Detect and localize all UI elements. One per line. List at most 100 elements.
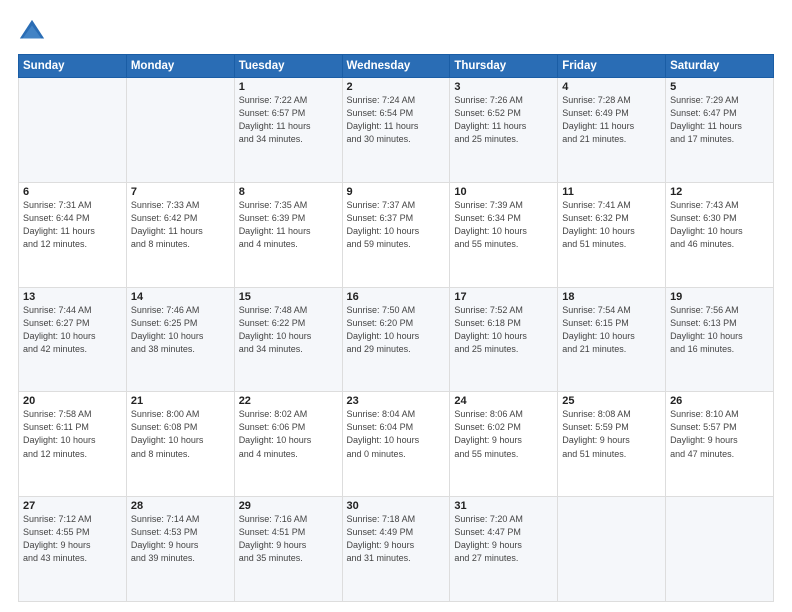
- day-info: Sunrise: 7:43 AM Sunset: 6:30 PM Dayligh…: [670, 199, 769, 251]
- calendar-cell: 11Sunrise: 7:41 AM Sunset: 6:32 PM Dayli…: [558, 182, 666, 287]
- day-info: Sunrise: 7:26 AM Sunset: 6:52 PM Dayligh…: [454, 94, 553, 146]
- calendar-cell: 12Sunrise: 7:43 AM Sunset: 6:30 PM Dayli…: [666, 182, 774, 287]
- day-info: Sunrise: 7:28 AM Sunset: 6:49 PM Dayligh…: [562, 94, 661, 146]
- calendar-week-row: 6Sunrise: 7:31 AM Sunset: 6:44 PM Daylig…: [19, 182, 774, 287]
- calendar-week-row: 1Sunrise: 7:22 AM Sunset: 6:57 PM Daylig…: [19, 78, 774, 183]
- calendar-header-wednesday: Wednesday: [342, 55, 450, 78]
- day-number: 2: [347, 81, 446, 93]
- day-number: 22: [239, 395, 338, 407]
- day-info: Sunrise: 7:12 AM Sunset: 4:55 PM Dayligh…: [23, 513, 122, 565]
- day-number: 4: [562, 81, 661, 93]
- day-info: Sunrise: 7:46 AM Sunset: 6:25 PM Dayligh…: [131, 304, 230, 356]
- calendar-cell: 1Sunrise: 7:22 AM Sunset: 6:57 PM Daylig…: [234, 78, 342, 183]
- day-info: Sunrise: 8:10 AM Sunset: 5:57 PM Dayligh…: [670, 408, 769, 460]
- day-number: 17: [454, 291, 553, 303]
- calendar-header-saturday: Saturday: [666, 55, 774, 78]
- calendar-header-tuesday: Tuesday: [234, 55, 342, 78]
- calendar-cell: 23Sunrise: 8:04 AM Sunset: 6:04 PM Dayli…: [342, 392, 450, 497]
- day-number: 28: [131, 500, 230, 512]
- day-info: Sunrise: 7:20 AM Sunset: 4:47 PM Dayligh…: [454, 513, 553, 565]
- calendar-table: SundayMondayTuesdayWednesdayThursdayFrid…: [18, 54, 774, 602]
- day-info: Sunrise: 7:54 AM Sunset: 6:15 PM Dayligh…: [562, 304, 661, 356]
- calendar-week-row: 27Sunrise: 7:12 AM Sunset: 4:55 PM Dayli…: [19, 497, 774, 602]
- day-number: 25: [562, 395, 661, 407]
- calendar-cell: 6Sunrise: 7:31 AM Sunset: 6:44 PM Daylig…: [19, 182, 127, 287]
- logo: [18, 18, 50, 46]
- day-number: 6: [23, 186, 122, 198]
- calendar-cell: 10Sunrise: 7:39 AM Sunset: 6:34 PM Dayli…: [450, 182, 558, 287]
- day-info: Sunrise: 7:33 AM Sunset: 6:42 PM Dayligh…: [131, 199, 230, 251]
- calendar-cell: 3Sunrise: 7:26 AM Sunset: 6:52 PM Daylig…: [450, 78, 558, 183]
- day-info: Sunrise: 7:16 AM Sunset: 4:51 PM Dayligh…: [239, 513, 338, 565]
- day-number: 18: [562, 291, 661, 303]
- calendar-cell: 16Sunrise: 7:50 AM Sunset: 6:20 PM Dayli…: [342, 287, 450, 392]
- day-info: Sunrise: 7:22 AM Sunset: 6:57 PM Dayligh…: [239, 94, 338, 146]
- day-number: 12: [670, 186, 769, 198]
- day-number: 13: [23, 291, 122, 303]
- day-number: 24: [454, 395, 553, 407]
- day-info: Sunrise: 8:00 AM Sunset: 6:08 PM Dayligh…: [131, 408, 230, 460]
- day-number: 30: [347, 500, 446, 512]
- calendar-cell: 25Sunrise: 8:08 AM Sunset: 5:59 PM Dayli…: [558, 392, 666, 497]
- day-number: 15: [239, 291, 338, 303]
- calendar-cell: 19Sunrise: 7:56 AM Sunset: 6:13 PM Dayli…: [666, 287, 774, 392]
- day-info: Sunrise: 7:18 AM Sunset: 4:49 PM Dayligh…: [347, 513, 446, 565]
- calendar-header-row: SundayMondayTuesdayWednesdayThursdayFrid…: [19, 55, 774, 78]
- day-number: 20: [23, 395, 122, 407]
- day-number: 10: [454, 186, 553, 198]
- day-info: Sunrise: 7:29 AM Sunset: 6:47 PM Dayligh…: [670, 94, 769, 146]
- calendar-header-monday: Monday: [126, 55, 234, 78]
- calendar-cell: 13Sunrise: 7:44 AM Sunset: 6:27 PM Dayli…: [19, 287, 127, 392]
- day-info: Sunrise: 8:06 AM Sunset: 6:02 PM Dayligh…: [454, 408, 553, 460]
- calendar-cell: 24Sunrise: 8:06 AM Sunset: 6:02 PM Dayli…: [450, 392, 558, 497]
- day-number: 31: [454, 500, 553, 512]
- calendar-week-row: 13Sunrise: 7:44 AM Sunset: 6:27 PM Dayli…: [19, 287, 774, 392]
- day-info: Sunrise: 8:04 AM Sunset: 6:04 PM Dayligh…: [347, 408, 446, 460]
- day-number: 11: [562, 186, 661, 198]
- calendar-cell: 26Sunrise: 8:10 AM Sunset: 5:57 PM Dayli…: [666, 392, 774, 497]
- day-number: 7: [131, 186, 230, 198]
- calendar-cell: 20Sunrise: 7:58 AM Sunset: 6:11 PM Dayli…: [19, 392, 127, 497]
- calendar-header-thursday: Thursday: [450, 55, 558, 78]
- calendar-cell: [126, 78, 234, 183]
- day-info: Sunrise: 7:35 AM Sunset: 6:39 PM Dayligh…: [239, 199, 338, 251]
- day-info: Sunrise: 7:31 AM Sunset: 6:44 PM Dayligh…: [23, 199, 122, 251]
- day-info: Sunrise: 7:56 AM Sunset: 6:13 PM Dayligh…: [670, 304, 769, 356]
- day-number: 8: [239, 186, 338, 198]
- calendar-cell: 5Sunrise: 7:29 AM Sunset: 6:47 PM Daylig…: [666, 78, 774, 183]
- day-number: 19: [670, 291, 769, 303]
- calendar-cell: 9Sunrise: 7:37 AM Sunset: 6:37 PM Daylig…: [342, 182, 450, 287]
- calendar-cell: 8Sunrise: 7:35 AM Sunset: 6:39 PM Daylig…: [234, 182, 342, 287]
- calendar-cell: 30Sunrise: 7:18 AM Sunset: 4:49 PM Dayli…: [342, 497, 450, 602]
- day-number: 14: [131, 291, 230, 303]
- day-info: Sunrise: 7:39 AM Sunset: 6:34 PM Dayligh…: [454, 199, 553, 251]
- day-info: Sunrise: 7:44 AM Sunset: 6:27 PM Dayligh…: [23, 304, 122, 356]
- calendar-cell: [19, 78, 127, 183]
- calendar-cell: 14Sunrise: 7:46 AM Sunset: 6:25 PM Dayli…: [126, 287, 234, 392]
- calendar-header-friday: Friday: [558, 55, 666, 78]
- day-info: Sunrise: 7:58 AM Sunset: 6:11 PM Dayligh…: [23, 408, 122, 460]
- day-info: Sunrise: 7:50 AM Sunset: 6:20 PM Dayligh…: [347, 304, 446, 356]
- calendar-cell: 18Sunrise: 7:54 AM Sunset: 6:15 PM Dayli…: [558, 287, 666, 392]
- day-info: Sunrise: 7:24 AM Sunset: 6:54 PM Dayligh…: [347, 94, 446, 146]
- header: [18, 18, 774, 46]
- day-number: 21: [131, 395, 230, 407]
- day-number: 3: [454, 81, 553, 93]
- calendar-cell: [558, 497, 666, 602]
- day-info: Sunrise: 7:37 AM Sunset: 6:37 PM Dayligh…: [347, 199, 446, 251]
- day-number: 23: [347, 395, 446, 407]
- calendar-cell: [666, 497, 774, 602]
- calendar-cell: 31Sunrise: 7:20 AM Sunset: 4:47 PM Dayli…: [450, 497, 558, 602]
- calendar-cell: 21Sunrise: 8:00 AM Sunset: 6:08 PM Dayli…: [126, 392, 234, 497]
- day-number: 5: [670, 81, 769, 93]
- day-info: Sunrise: 8:02 AM Sunset: 6:06 PM Dayligh…: [239, 408, 338, 460]
- calendar-week-row: 20Sunrise: 7:58 AM Sunset: 6:11 PM Dayli…: [19, 392, 774, 497]
- day-info: Sunrise: 7:14 AM Sunset: 4:53 PM Dayligh…: [131, 513, 230, 565]
- calendar-cell: 29Sunrise: 7:16 AM Sunset: 4:51 PM Dayli…: [234, 497, 342, 602]
- calendar-cell: 7Sunrise: 7:33 AM Sunset: 6:42 PM Daylig…: [126, 182, 234, 287]
- day-number: 26: [670, 395, 769, 407]
- calendar-header-sunday: Sunday: [19, 55, 127, 78]
- calendar-cell: 27Sunrise: 7:12 AM Sunset: 4:55 PM Dayli…: [19, 497, 127, 602]
- calendar-cell: 4Sunrise: 7:28 AM Sunset: 6:49 PM Daylig…: [558, 78, 666, 183]
- day-info: Sunrise: 7:52 AM Sunset: 6:18 PM Dayligh…: [454, 304, 553, 356]
